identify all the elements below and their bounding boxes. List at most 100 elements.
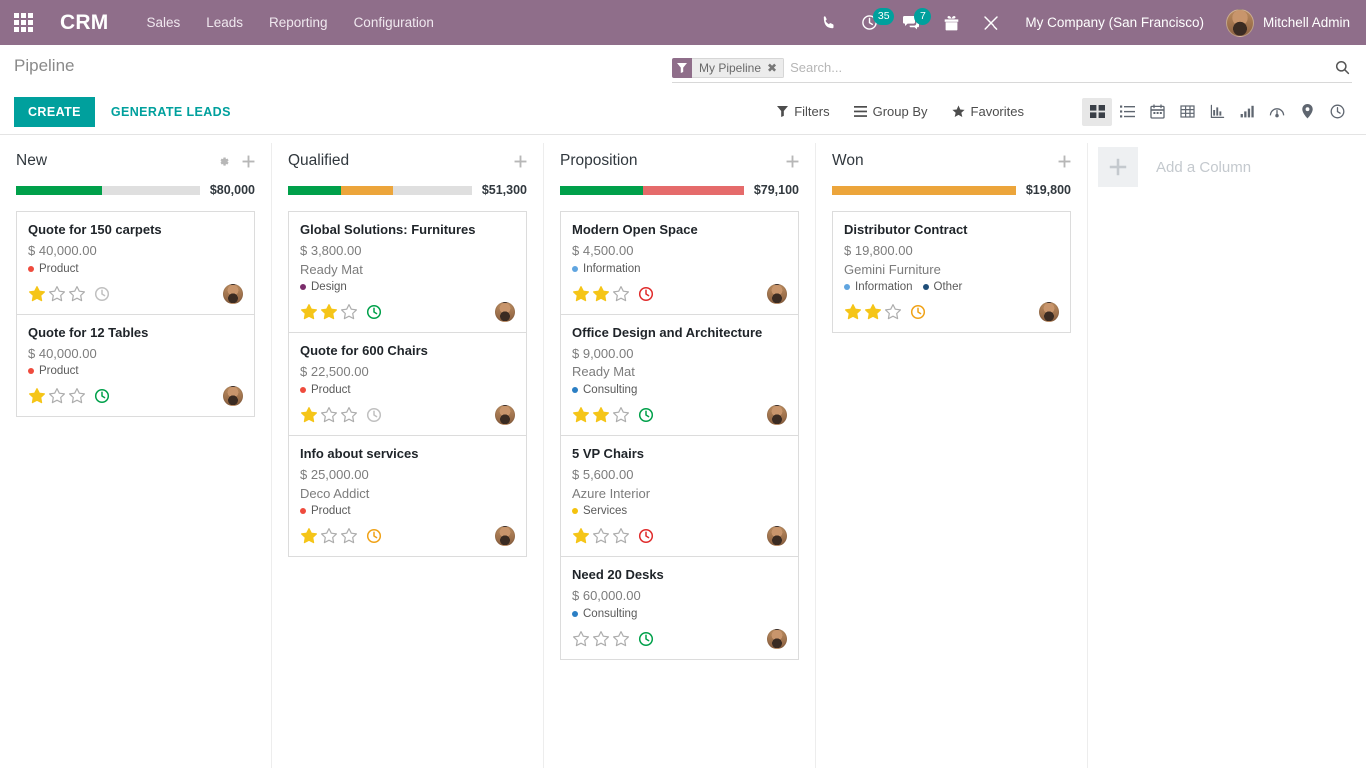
column-add-record-icon[interactable] — [514, 155, 527, 168]
card-tag[interactable]: Consulting — [572, 608, 637, 620]
priority-star-1[interactable] — [300, 527, 318, 545]
kanban-card[interactable]: Modern Open Space $ 4,500.00 Information — [560, 211, 799, 314]
progress-segment[interactable] — [102, 185, 200, 195]
bar-chart-view-button[interactable] — [1232, 98, 1262, 126]
priority-star-3[interactable] — [612, 406, 630, 424]
create-button[interactable]: CREATE — [14, 96, 95, 127]
priority-star-2[interactable] — [320, 527, 338, 545]
avatar[interactable] — [495, 526, 515, 547]
add-column-zone[interactable]: Add a Column — [1088, 147, 1318, 187]
priority-star-2[interactable] — [592, 527, 610, 545]
priority-star-1[interactable] — [28, 285, 46, 303]
activity-clock-icon[interactable] — [638, 528, 654, 544]
group-by-dropdown[interactable]: Group By — [853, 104, 928, 119]
avatar[interactable] — [767, 526, 787, 547]
avatar[interactable] — [1039, 302, 1059, 323]
kanban-card[interactable]: Quote for 150 carpets $ 40,000.00 Product — [16, 211, 255, 314]
priority-star-2[interactable] — [592, 285, 610, 303]
progress-segment[interactable] — [288, 185, 342, 195]
avatar[interactable] — [767, 404, 787, 425]
priority-star-2[interactable] — [592, 406, 610, 424]
avatar[interactable] — [495, 302, 515, 323]
kanban-card[interactable]: 5 VP Chairs $ 5,600.00 Azure Interior Servi… — [560, 434, 799, 557]
priority-star-3[interactable] — [68, 285, 86, 303]
column-title[interactable]: Qualified — [288, 152, 349, 170]
priority-star-1[interactable] — [844, 303, 862, 321]
activity-clock-icon[interactable] — [366, 528, 382, 544]
priority-star-2[interactable] — [320, 303, 338, 321]
column-add-record-icon[interactable] — [786, 155, 799, 168]
messages-icon[interactable]: 7 — [890, 0, 932, 45]
priority-star-3[interactable] — [68, 387, 86, 405]
list-view-button[interactable] — [1112, 98, 1142, 126]
dashboard-view-button[interactable] — [1262, 98, 1292, 126]
activity-clock-icon[interactable] — [366, 304, 382, 320]
card-tag[interactable]: Product — [300, 505, 351, 517]
kanban-card[interactable]: Quote for 12 Tables $ 40,000.00 Product — [16, 313, 255, 418]
activity-clock-icon[interactable] — [638, 631, 654, 647]
activity-clock-icon[interactable] — [366, 407, 382, 423]
priority-star-3[interactable] — [612, 285, 630, 303]
pivot-view-button[interactable] — [1172, 98, 1202, 126]
column-title[interactable]: New — [16, 152, 47, 170]
priority-star-3[interactable] — [340, 406, 358, 424]
user-menu[interactable]: Mitchell Admin — [1214, 8, 1356, 37]
column-settings-icon[interactable] — [217, 155, 230, 168]
priority-star-2[interactable] — [864, 303, 882, 321]
progress-segment[interactable] — [16, 185, 103, 195]
add-column-button[interactable] — [1098, 147, 1138, 187]
kanban-card[interactable]: Need 20 Desks $ 60,000.00 Consulting — [560, 556, 799, 660]
priority-star-3[interactable] — [340, 527, 358, 545]
avatar[interactable] — [223, 386, 243, 407]
filters-dropdown[interactable]: Filters — [777, 104, 830, 119]
activity-view-button[interactable] — [1322, 98, 1352, 126]
priority-star-1[interactable] — [572, 630, 590, 648]
priority-star-2[interactable] — [48, 387, 66, 405]
column-title[interactable]: Proposition — [560, 152, 638, 170]
activity-clock-icon[interactable]: 35 — [849, 0, 895, 45]
avatar[interactable] — [223, 283, 243, 304]
column-add-record-icon[interactable] — [242, 155, 255, 168]
priority-star-1[interactable] — [572, 285, 590, 303]
kanban-card[interactable]: Distributor Contract $ 19,800.00 Gemini Fu… — [832, 211, 1071, 334]
graph-view-button[interactable] — [1202, 98, 1232, 126]
search-facet-my-pipeline[interactable]: My Pipeline ✖ — [672, 57, 785, 78]
card-tag[interactable]: Design — [300, 281, 347, 293]
kanban-view-button[interactable] — [1082, 97, 1112, 126]
card-tag[interactable]: Other — [922, 281, 962, 293]
card-tag[interactable]: Consulting — [572, 384, 637, 396]
facet-remove-icon[interactable]: ✖ — [767, 62, 777, 74]
progress-segment[interactable] — [642, 185, 744, 195]
search-input[interactable] — [790, 56, 1327, 79]
priority-star-1[interactable] — [572, 406, 590, 424]
activity-clock-icon[interactable] — [638, 286, 654, 302]
menu-sales[interactable]: Sales — [146, 15, 180, 30]
map-view-button[interactable] — [1292, 98, 1322, 126]
progress-segment[interactable] — [560, 185, 643, 195]
menu-configuration[interactable]: Configuration — [354, 15, 434, 30]
priority-star-3[interactable] — [612, 527, 630, 545]
company-selector[interactable]: My Company (San Francisco) — [1025, 15, 1204, 30]
avatar[interactable] — [767, 283, 787, 304]
avatar[interactable] — [767, 628, 787, 649]
card-tag[interactable]: Product — [28, 365, 79, 377]
priority-star-2[interactable] — [320, 406, 338, 424]
priority-star-3[interactable] — [884, 303, 902, 321]
priority-star-1[interactable] — [300, 406, 318, 424]
kanban-card[interactable]: Office Design and Architecture $ 9,000.00… — [560, 313, 799, 435]
card-tag[interactable]: Information — [572, 263, 641, 275]
generate-leads-button[interactable]: GENERATE LEADS — [111, 105, 231, 119]
priority-star-3[interactable] — [340, 303, 358, 321]
menu-leads[interactable]: Leads — [206, 15, 243, 30]
card-tag[interactable]: Services — [572, 505, 627, 517]
kanban-card[interactable]: Quote for 600 Chairs $ 22,500.00 Product — [288, 332, 527, 435]
priority-star-2[interactable] — [592, 630, 610, 648]
favorites-dropdown[interactable]: Favorites — [951, 104, 1024, 119]
avatar[interactable] — [495, 404, 515, 425]
activity-clock-icon[interactable] — [910, 304, 926, 320]
activity-clock-icon[interactable] — [638, 407, 654, 423]
menu-reporting[interactable]: Reporting — [269, 15, 328, 30]
column-title[interactable]: Won — [832, 152, 864, 170]
card-tag[interactable]: Product — [28, 263, 79, 275]
search-icon[interactable] — [1327, 60, 1352, 75]
